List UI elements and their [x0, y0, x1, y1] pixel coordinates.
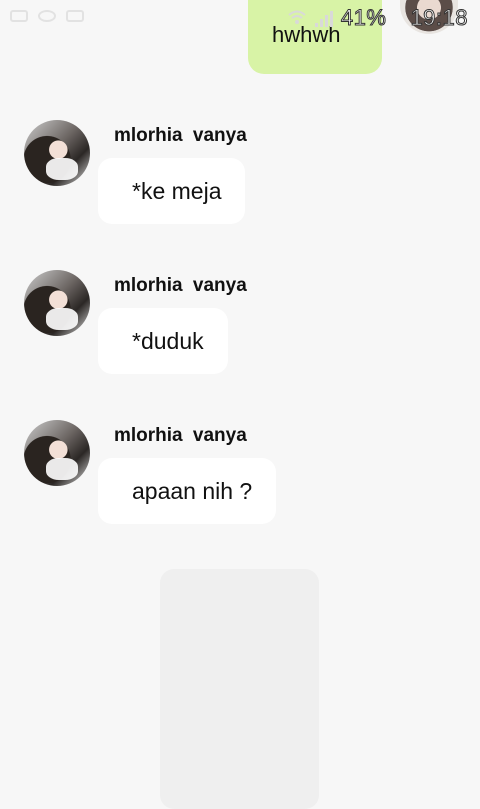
sender-name: mlorhia vanya — [114, 125, 247, 146]
message-text: apaan nih ? — [132, 477, 253, 504]
notification-icons — [10, 10, 84, 22]
message-bubble[interactable]: *ke meja — [98, 158, 246, 224]
chat-icon — [38, 10, 56, 22]
mail-icon — [66, 10, 84, 22]
battery-percent: 41% — [340, 5, 387, 31]
status-bar: 41% 19:18 — [0, 0, 480, 36]
wifi-icon — [288, 10, 306, 24]
clock: 19:18 — [410, 5, 468, 31]
system-status: 41% 19:18 — [287, 5, 468, 31]
sender-name: mlorhia vanya — [114, 425, 247, 446]
media-placeholder[interactable] — [160, 569, 319, 809]
avatar[interactable] — [24, 270, 90, 336]
avatar[interactable] — [24, 420, 90, 486]
message-text: *ke meja — [132, 177, 222, 204]
avatar[interactable] — [24, 120, 90, 186]
sender-name: mlorhia vanya — [114, 275, 247, 296]
message-bubble[interactable]: apaan nih ? — [98, 458, 277, 524]
message-bubble[interactable]: *duduk — [98, 308, 228, 374]
signal-icon — [314, 9, 333, 27]
message-text: *duduk — [132, 327, 204, 354]
screen-icon — [10, 10, 28, 22]
